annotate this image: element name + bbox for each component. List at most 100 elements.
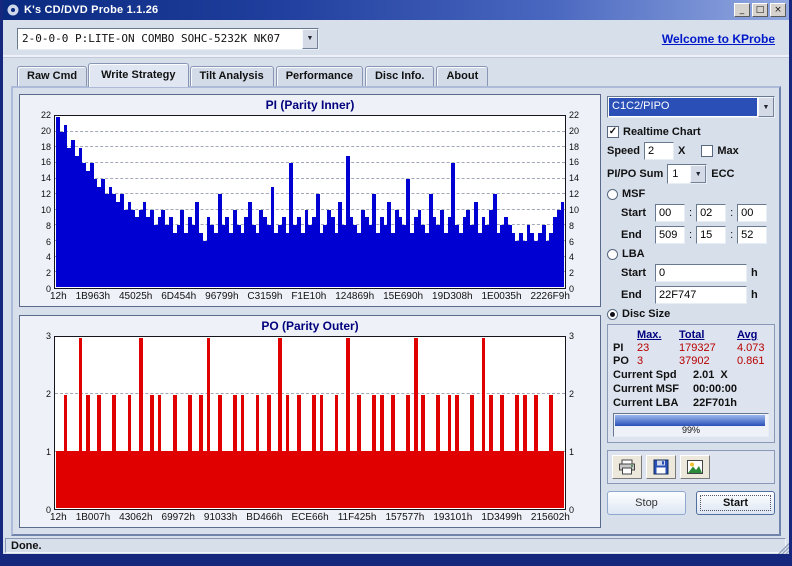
po-chart-panel: PO (Parity Outer) 0 0 1 1 2 2 3 3 12h 1B007h 4306… [19, 315, 601, 528]
msf-start-sec-input[interactable] [696, 204, 727, 222]
msf-end-sec-input[interactable] [696, 226, 727, 244]
stats-header-max: Max. [637, 329, 662, 341]
y-tick-label: 1 [569, 447, 575, 458]
app-window: K's CD/DVD Probe 1.1.26 _ □ × 2-0-0-0 P:… [0, 0, 792, 566]
y-tick-label: 1 [45, 447, 51, 458]
pipo-sum-select[interactable]: 1 ▼ [667, 164, 708, 184]
x-tick-label: ECE66h [291, 512, 329, 523]
pipo-sum-value: 1 [672, 168, 679, 180]
msf-label: MSF [622, 188, 646, 200]
y-tick-label: 16 [569, 157, 580, 168]
po-plot [54, 336, 566, 510]
mode-dropdown-arrow-icon[interactable]: ▼ [758, 97, 774, 117]
msf-end-frame-input[interactable] [737, 226, 768, 244]
device-dropdown-arrow-icon[interactable]: ▼ [302, 28, 318, 49]
pi-chart-title: PI (Parity Inner) [265, 98, 355, 112]
y-tick-label: 18 [569, 141, 580, 152]
msf-start-min-input[interactable] [655, 204, 685, 222]
tabstrip: Raw Cmd Write Strategy Tilt Analysis Per… [11, 60, 781, 87]
x-tick-label: 6D454h [161, 291, 197, 302]
pi-bars [56, 117, 565, 287]
welcome-link[interactable]: Welcome to KProbe [662, 32, 775, 46]
x-tick-label: 1B007h [75, 512, 111, 523]
y-tick-label: 20 [569, 125, 580, 136]
start-button[interactable]: Start [696, 491, 775, 515]
tab-raw-cmd[interactable]: Raw Cmd [17, 66, 88, 86]
disc-size-label: Disc Size [622, 308, 671, 320]
colon-separator: : [730, 207, 734, 219]
pipo-sum-arrow-icon[interactable]: ▼ [690, 165, 707, 183]
device-select-value: 2-0-0-0 P:LITE-ON COMBO SOHC-5232K NK07 [22, 31, 281, 45]
y-tick-label: 12 [569, 189, 580, 200]
msf-start-frame-input[interactable] [737, 204, 768, 222]
lba-radio[interactable]: LBA [607, 248, 775, 260]
resize-grip-icon[interactable] [776, 541, 789, 554]
pi-plot-outer: 0 0 2 2 4 4 6 6 8 8 10 10 12 12 14 14 16 16 18 18 20 20 22 22 [41, 110, 579, 294]
stats-pi-avg: 4.073 [737, 342, 765, 354]
y-tick-label: 22 [40, 110, 51, 120]
mode-select-value: C1C2/PIPO [609, 98, 757, 116]
current-lba-value: 22F701h [693, 397, 738, 409]
stop-button[interactable]: Stop [607, 491, 686, 515]
max-speed-checkbox[interactable]: Max [701, 145, 739, 157]
po-chart-title: PO (Parity Outer) [261, 319, 359, 333]
max-label: Max [717, 145, 739, 157]
y-tick-label: 2 [45, 268, 51, 279]
radio-selected-icon [607, 308, 618, 320]
image-icon [687, 460, 703, 474]
x-tick-label: 157577h [385, 512, 425, 523]
x-tick-label: 69972h [161, 512, 195, 523]
minimize-button[interactable]: _ [734, 3, 750, 17]
speed-input[interactable] [644, 142, 675, 160]
x-tick-label: BD466h [246, 512, 283, 523]
tab-write-strategy[interactable]: Write Strategy [88, 63, 189, 87]
x-tick-label: 1E0035h [481, 291, 522, 302]
mode-select[interactable]: C1C2/PIPO ▼ [607, 96, 775, 118]
realtime-chart-label: Realtime Chart [623, 126, 701, 138]
device-select[interactable]: 2-0-0-0 P:LITE-ON COMBO SOHC-5232K NK07 … [17, 27, 319, 50]
print-button[interactable] [612, 455, 642, 479]
x-tick-label: 11F425h [337, 512, 377, 523]
msf-start-label: Start [621, 207, 647, 219]
x-tick-label: 1B963h [75, 291, 111, 302]
x-tick-label: 91033h [203, 512, 238, 523]
x-tick-label: 96799h [205, 291, 239, 302]
msf-end-min-input[interactable] [655, 226, 685, 244]
y-tick-label: 8 [569, 220, 575, 231]
statusbar: Done. [3, 537, 789, 554]
x-tick-label: 1D3499h [481, 512, 522, 523]
tab-disc-info[interactable]: Disc Info. [364, 66, 435, 86]
current-msf-value: 00:00:00 [693, 383, 738, 395]
po-x-axis-labels: 12h 1B007h 43062h 69972h 91033h BD466h ECE66h 1… [50, 512, 570, 525]
lba-start-input[interactable] [655, 264, 747, 282]
msf-radio[interactable]: MSF [607, 188, 775, 200]
close-button[interactable]: × [770, 3, 786, 17]
y-tick-label: 6 [569, 236, 575, 247]
realtime-chart-checkbox[interactable]: ✓ Realtime Chart [607, 126, 701, 138]
tab-performance[interactable]: Performance [275, 66, 363, 86]
colon-separator: : [730, 229, 734, 241]
action-buttons: Stop Start [607, 491, 775, 515]
floppy-disk-icon [653, 459, 669, 475]
save-button[interactable] [646, 455, 676, 479]
snapshot-button[interactable] [680, 455, 710, 479]
x-tick-label: 193101h [433, 512, 473, 523]
stats-row-po-label: PO [613, 355, 629, 367]
colon-separator: : [689, 229, 693, 241]
y-tick-label: 20 [40, 125, 51, 136]
x-tick-label: 15E690h [383, 291, 424, 302]
tab-tilt-analysis[interactable]: Tilt Analysis [189, 66, 274, 86]
y-tick-label: 14 [569, 173, 580, 184]
current-lba-row: Current LBA 22F701h [613, 397, 769, 409]
lba-end-input[interactable] [655, 286, 747, 304]
stats-table: Max. Total Avg PI 23 179327 4.073 PO 3 3… [613, 329, 769, 367]
maximize-button[interactable]: □ [752, 3, 768, 17]
tab-about[interactable]: About [436, 66, 489, 86]
lba-label: LBA [622, 248, 645, 260]
y-tick-label: 3 [569, 331, 575, 341]
disc-size-radio[interactable]: Disc Size [607, 308, 775, 320]
export-toolbar [607, 450, 775, 484]
y-tick-label: 2 [45, 389, 51, 400]
x-tick-label: 19D308h [432, 291, 473, 302]
radio-unselected-icon [607, 188, 618, 200]
